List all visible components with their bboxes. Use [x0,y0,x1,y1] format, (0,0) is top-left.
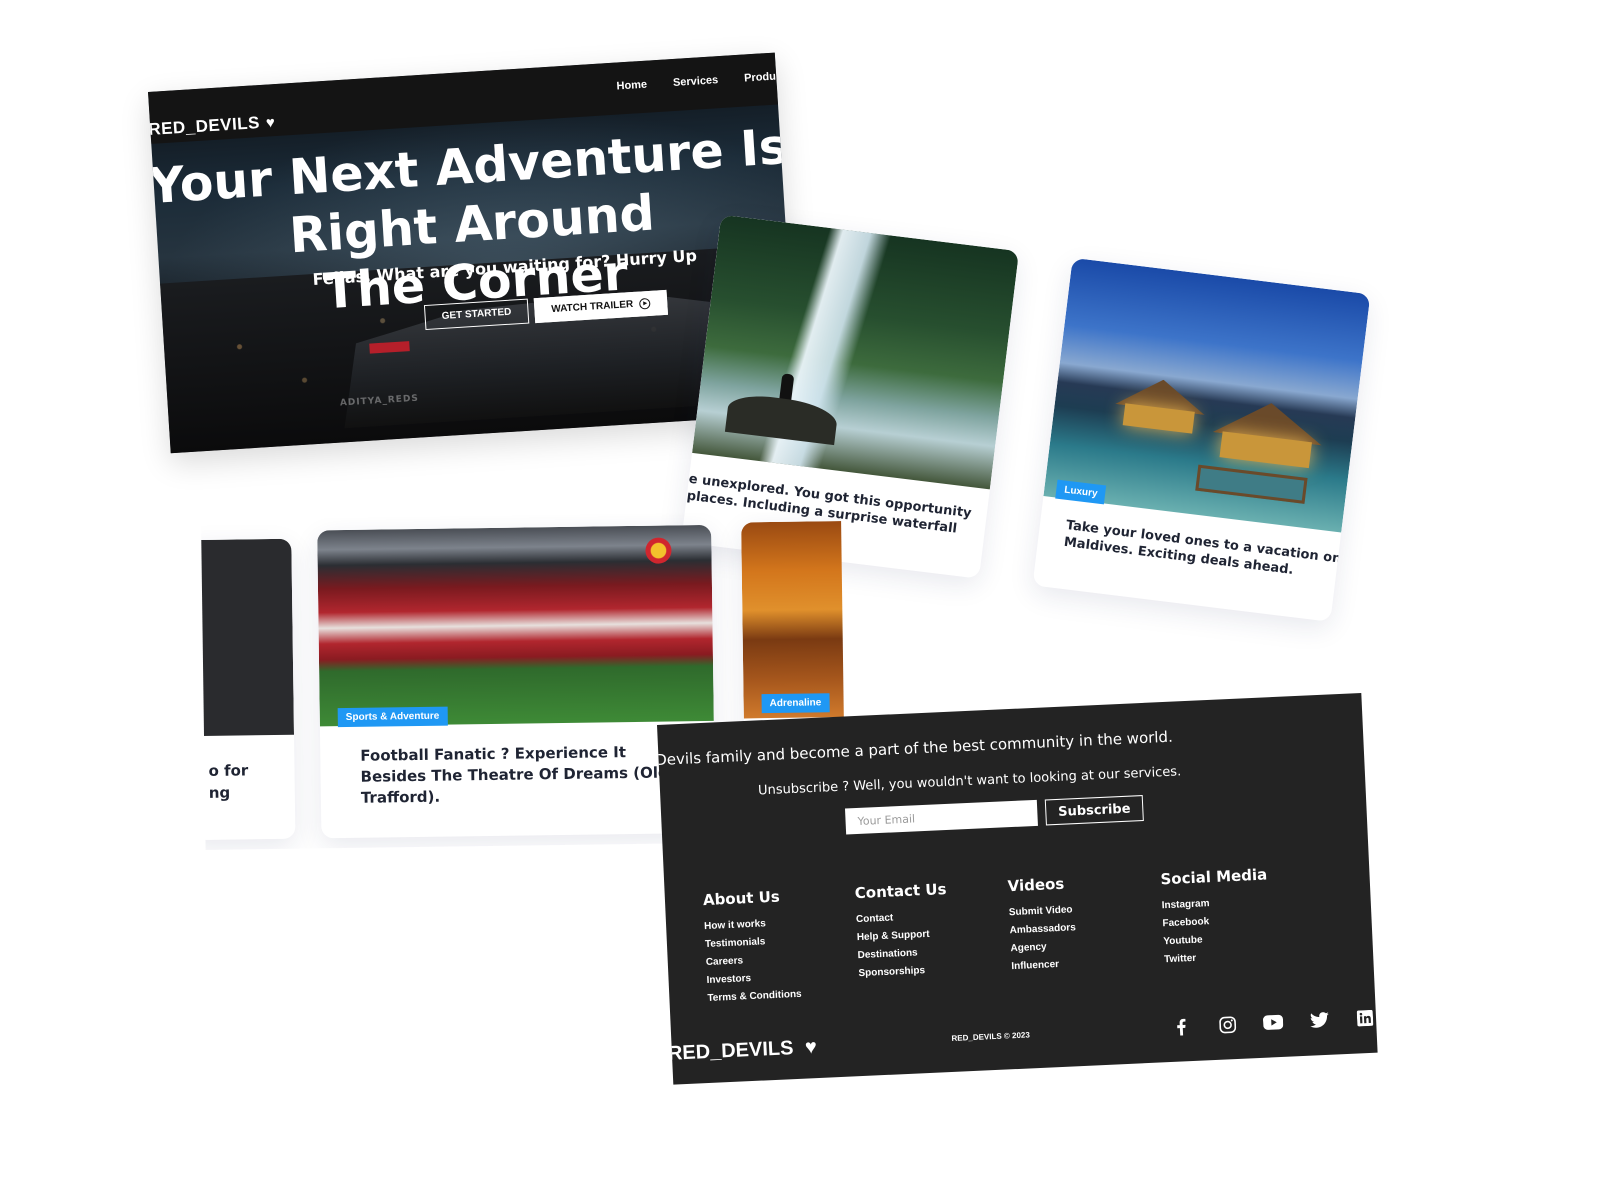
footer-col-social: Social Media Instagram Facebook Youtube … [1160,865,1271,972]
footer-link-influencer[interactable]: Influencer [1011,958,1078,972]
tag-adrenaline[interactable]: Adrenaline [761,693,830,714]
brand-name: RED_DEVILS [148,113,261,140]
nav-home[interactable]: Home [616,79,647,93]
card-football[interactable]: Sports & Adventure Football Fanatic ? Ex… [317,524,716,839]
stadium-image [317,524,714,727]
footer-link-investors[interactable]: Investors [706,971,801,986]
collage-stage: RED_DEVILS ♥ Home Services Produ Your Nex… [0,0,1599,1200]
subscribe-button[interactable]: Subscribe [1044,795,1144,826]
nav-services[interactable]: Services [673,74,719,89]
card-dark-line1: o for [208,761,249,780]
footer-brand-logo[interactable]: RED_DEVILS ♥ [667,1036,817,1066]
linkedin-icon[interactable] [1355,1009,1376,1028]
waterfall-image [692,214,1020,490]
club-crest-icon [645,537,672,564]
footer-heart-logo-icon: ♥ [804,1036,818,1059]
footer-section: Join the Red Devils family and become a … [657,693,1378,1085]
footer-col-title: About Us [702,887,781,910]
footer-unsubscribe-text: Unsubscribe ? Well, you wouldn't want to… [757,764,1182,799]
play-circle-icon [638,297,651,310]
footer-link-agency[interactable]: Agency [1010,940,1077,955]
card-dark-partial[interactable]: o for ng [201,538,296,841]
nav-links: Home Services Produ [616,71,776,93]
watch-trailer-label: WATCH TRAILER [550,298,634,316]
instagram-icon[interactable] [1217,1015,1238,1034]
footer-link-submit-video[interactable]: Submit Video [1009,904,1076,918]
desert-image [741,519,846,719]
footer-link-ambassadors[interactable]: Ambassadors [1009,922,1076,936]
footer-link-facebook[interactable]: Facebook [1162,913,1269,929]
footer-link-twitter[interactable]: Twitter [1164,949,1271,965]
footer-link-destinations[interactable]: Destinations [857,946,949,961]
twitter-icon[interactable] [1309,1011,1330,1030]
footer-col-about: About Us How it works Testimonials Caree… [703,887,803,1011]
footer-col-title: Contact Us [854,880,947,903]
brand-logo[interactable]: RED_DEVILS ♥ [148,112,276,140]
facebook-icon[interactable] [1171,1017,1192,1036]
footer-brand-name: RED_DEVILS [667,1037,794,1065]
footer-col-title: Videos [1007,874,1065,896]
tag-sports-adventure[interactable]: Sports & Adventure [337,706,448,728]
footer-col-videos: Videos Submit Video Ambassadors Agency I… [1007,874,1078,979]
footer-copyright: RED_DEVILS © 2023 [951,1030,1031,1043]
email-input[interactable] [844,799,1038,835]
footer-link-sponsorships[interactable]: Sponsorships [858,964,950,979]
heart-logo-icon: ♥ [265,114,276,132]
footer-link-testimonials[interactable]: Testimonials [705,935,800,950]
dark-card-image [201,538,295,737]
footer-link-contact[interactable]: Contact [856,910,948,925]
rock [724,391,839,446]
footer-link-terms[interactable]: Terms & Conditions [707,989,802,1004]
footer-link-instagram[interactable]: Instagram [1161,895,1268,911]
footer-col-title: Social Media [1160,865,1268,889]
footer-tagline: Join the Red Devils family and become a … [657,727,1174,774]
social-icons-row [1171,1009,1376,1036]
footer-link-help[interactable]: Help & Support [857,928,949,943]
youtube-icon[interactable] [1263,1013,1284,1032]
nav-products[interactable]: Produ [744,71,776,85]
footer-link-how-it-works[interactable]: How it works [704,917,799,932]
card-dark-line2: ng [208,783,231,802]
card-dark-text: o for ng [208,759,248,804]
card-maldives[interactable]: Luxury Take your loved ones to a vacatio… [1032,257,1371,622]
footer-col-contact: Contact Us Contact Help & Support Destin… [854,880,950,986]
pool-deck [1195,464,1308,504]
footer-link-careers[interactable]: Careers [706,953,801,968]
footer-link-youtube[interactable]: Youtube [1163,931,1270,947]
